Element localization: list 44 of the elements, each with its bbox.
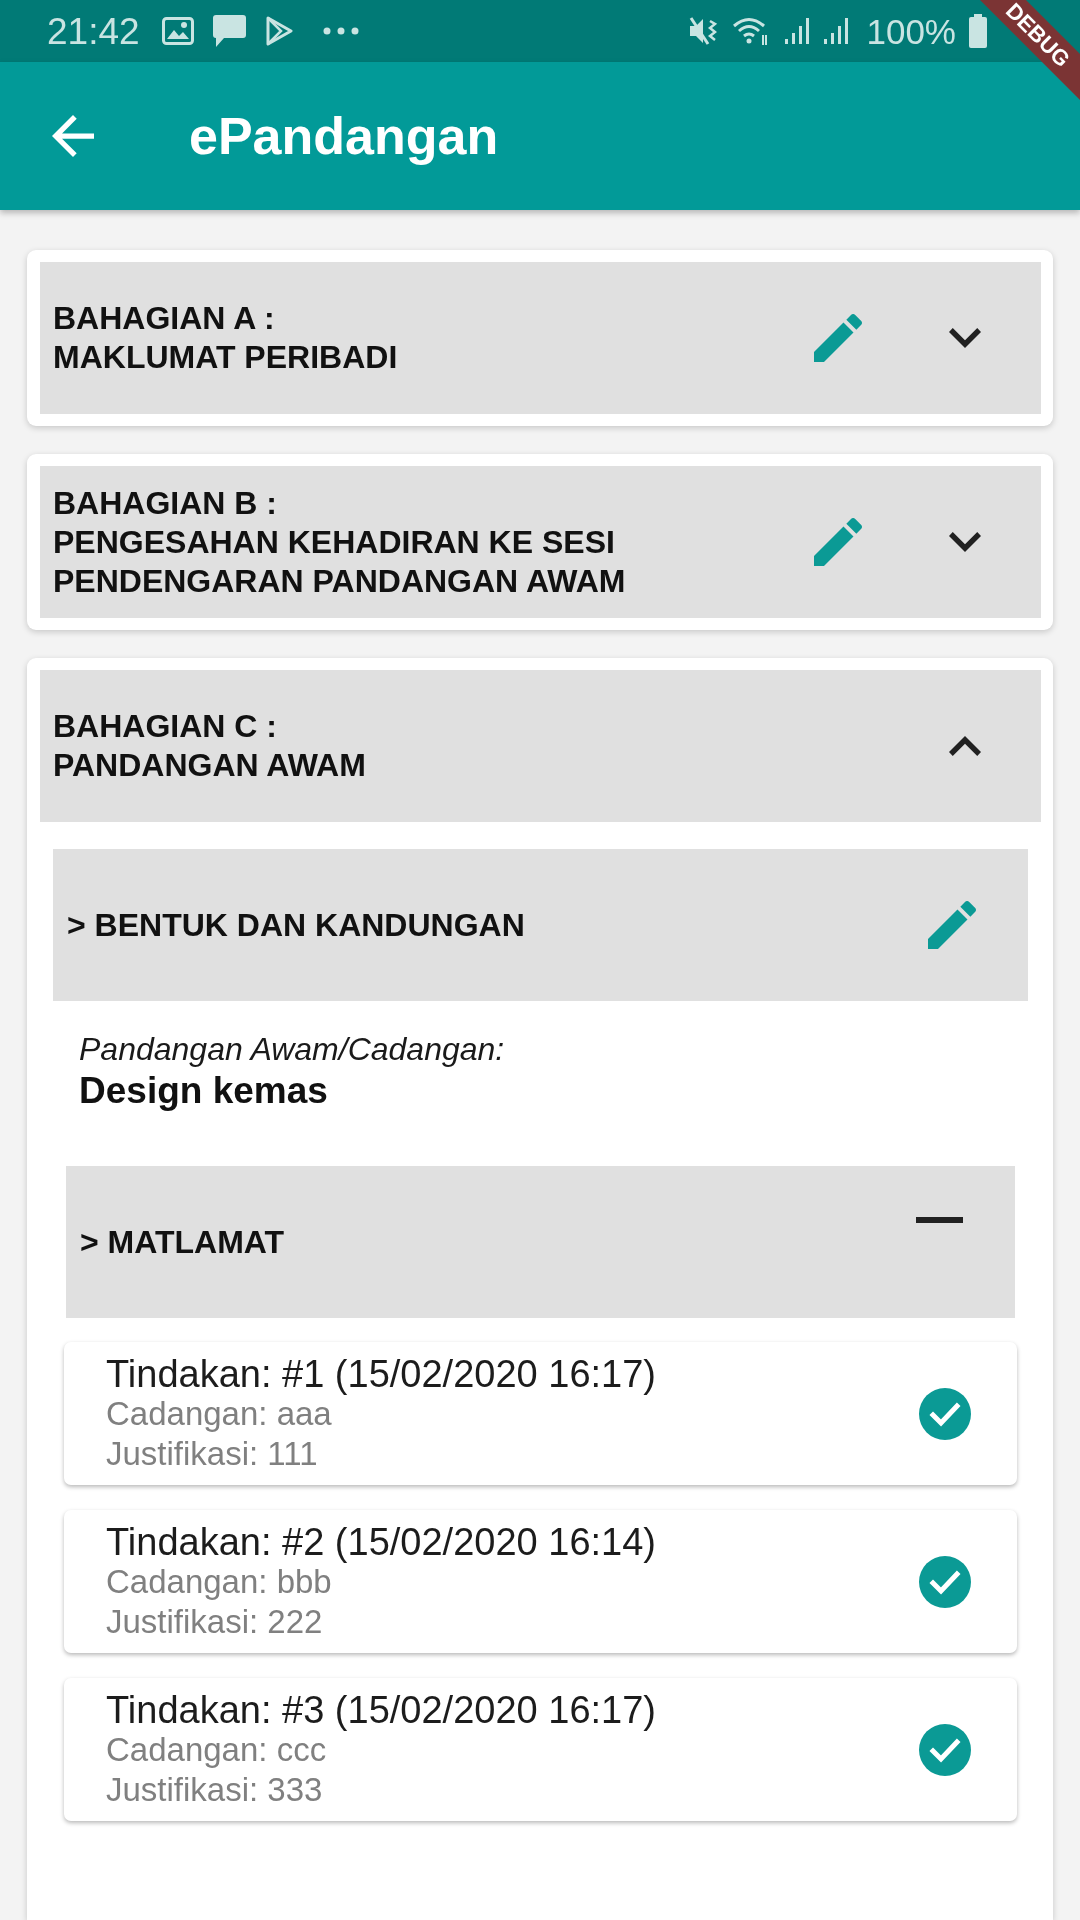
action-justification: Justifikasi: 222 bbox=[106, 1602, 324, 1642]
field-label: Pandangan Awam/Cadangan: bbox=[79, 1030, 506, 1069]
action-title: Tindakan: #2 (15/02/2020 16:14) bbox=[106, 1522, 657, 1562]
action-justification: Justifikasi: 111 bbox=[106, 1434, 319, 1474]
action-proposal: Cadangan: aaa bbox=[106, 1394, 333, 1434]
pencil-icon[interactable] bbox=[814, 314, 862, 362]
action-proposal: Cadangan: bbb bbox=[106, 1562, 333, 1602]
message-icon bbox=[211, 14, 247, 48]
subsection-title: > MATLAMAT bbox=[80, 1223, 286, 1261]
section-label: BAHAGIAN B : bbox=[53, 483, 278, 523]
section-label: BAHAGIAN A : bbox=[53, 299, 276, 338]
section-header[interactable]: BAHAGIAN A : MAKLUMAT PERIBADI bbox=[40, 262, 1041, 414]
section-title: PENGESAHAN KEHADIRAN KE SESI PENDENGARAN PANDANGAN AWAM bbox=[53, 522, 627, 601]
subsection-header[interactable]: > MATLAMAT bbox=[66, 1166, 1015, 1318]
section-header[interactable]: BAHAGIAN B : PENGESAHAN KEHADIRAN KE SESI PENDENGARAN PANDANGAN AWAM bbox=[40, 466, 1041, 618]
action-proposal: Cadangan: ccc bbox=[106, 1730, 328, 1770]
battery-percent: 100% bbox=[866, 13, 956, 49]
field-value: Design kemas bbox=[79, 1069, 329, 1113]
status-time: 21:42 bbox=[47, 12, 140, 50]
section-title: PANDANGAN AWAM bbox=[53, 746, 367, 785]
action-justification: Justifikasi: 333 bbox=[106, 1770, 324, 1810]
pencil-icon[interactable] bbox=[814, 518, 862, 566]
action-card[interactable]: Tindakan: #1 (15/02/2020 16:17) Cadangan: aaa Justifikasi: 111 bbox=[64, 1342, 1017, 1485]
chevron-down-icon[interactable] bbox=[949, 328, 981, 348]
play-icon bbox=[264, 16, 293, 46]
action-card[interactable]: Tindakan: #3 (15/02/2020 16:17) Cadangan: ccc Justifikasi: 333 bbox=[64, 1678, 1017, 1821]
battery-icon bbox=[968, 14, 988, 48]
back-arrow-icon[interactable] bbox=[52, 115, 94, 157]
chevron-up-icon[interactable] bbox=[949, 736, 981, 756]
image-icon bbox=[161, 17, 194, 45]
section-header[interactable]: BAHAGIAN C : PANDANGAN AWAM bbox=[40, 670, 1041, 822]
signal-icon bbox=[784, 17, 812, 45]
subsection-title: > BENTUK DAN KANDUNGAN bbox=[67, 906, 526, 944]
subsection-header[interactable]: > BENTUK DAN KANDUNGAN bbox=[53, 849, 1028, 1001]
more-icon bbox=[322, 27, 359, 35]
action-title: Tindakan: #3 (15/02/2020 16:17) bbox=[106, 1690, 657, 1730]
section-title: MAKLUMAT PERIBADI bbox=[53, 338, 399, 377]
signal-icon bbox=[823, 17, 851, 45]
action-card[interactable]: Tindakan: #2 (15/02/2020 16:14) Cadangan: bbb Justifikasi: 222 bbox=[64, 1510, 1017, 1653]
action-title: Tindakan: #1 (15/02/2020 16:17) bbox=[106, 1354, 657, 1394]
section-label: BAHAGIAN C : bbox=[53, 707, 278, 746]
pencil-icon[interactable] bbox=[928, 901, 976, 949]
chevron-down-icon[interactable] bbox=[949, 532, 981, 552]
app-title: ePandangan bbox=[189, 106, 499, 166]
